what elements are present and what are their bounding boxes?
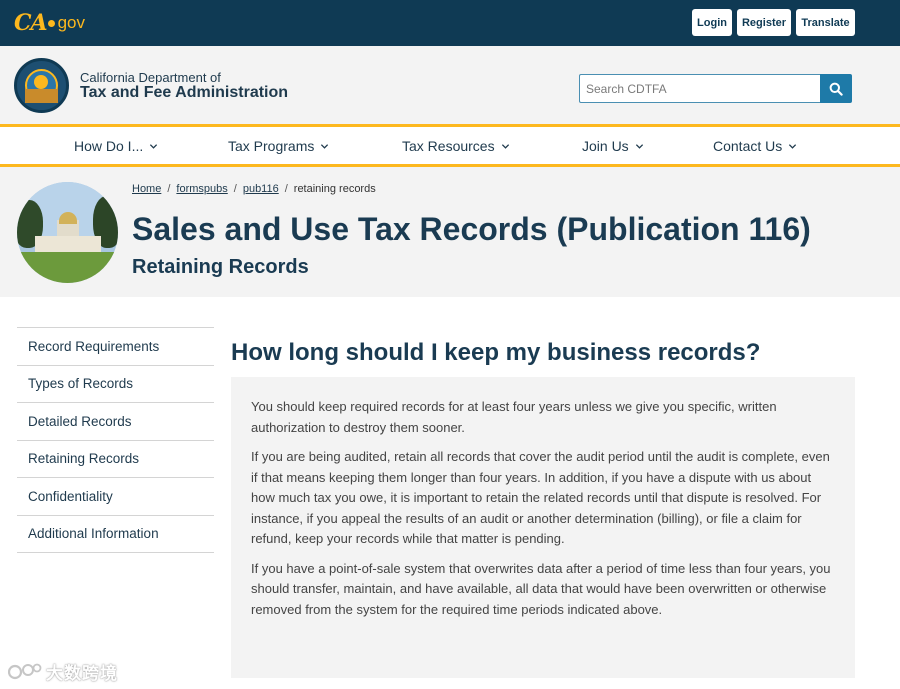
chevron-down-icon (789, 143, 797, 149)
nav-join-us[interactable]: Join Us (582, 138, 644, 154)
register-button[interactable]: Register (737, 9, 791, 36)
breadcrumb: Home / formspubs / pub116 / retaining re… (132, 183, 376, 195)
nav-how-do-i[interactable]: How Do I... (74, 138, 158, 154)
chevron-down-icon (501, 143, 509, 149)
cdtfa-seal-icon[interactable] (14, 58, 69, 113)
search-button[interactable] (820, 74, 852, 103)
sidebar-item-record-requirements[interactable]: Record Requirements (17, 328, 214, 366)
search-input[interactable] (580, 75, 821, 102)
breadcrumb-separator: / (284, 183, 288, 195)
breadcrumb-formspubs[interactable]: formspubs (176, 183, 227, 195)
site-header: California Department of Tax and Fee Adm… (0, 46, 900, 124)
sidebar-item-confidentiality[interactable]: Confidentiality (17, 478, 214, 516)
logo-dot-icon (47, 19, 55, 27)
sidebar-item-detailed-records[interactable]: Detailed Records (17, 403, 214, 441)
page-title: Sales and Use Tax Records (Publication 1… (132, 211, 811, 247)
paragraph: If you have a point-of-sale system that … (251, 560, 831, 617)
paragraph: If you are being audited, retain all rec… (251, 449, 830, 546)
capitol-building-image (17, 182, 118, 283)
section-heading: How long should I keep my business recor… (231, 339, 761, 366)
breadcrumb-separator: / (167, 183, 171, 195)
sidebar-item-additional-information[interactable]: Additional Information (17, 516, 214, 553)
sidebar-nav: Record Requirements Types of Records Det… (17, 327, 214, 553)
translate-button[interactable]: Translate (796, 9, 855, 36)
sidebar-item-retaining-records[interactable]: Retaining Records (17, 441, 214, 478)
login-button[interactable]: Login (692, 9, 732, 36)
search-box (579, 74, 821, 103)
department-name-line2[interactable]: Tax and Fee Administration (80, 84, 288, 102)
logo-ca-text: CA (14, 10, 48, 36)
ca-gov-logo[interactable]: CA gov (14, 10, 85, 36)
page-hero: Home / formspubs / pub116 / retaining re… (0, 167, 900, 297)
nav-item-label: Tax Programs (228, 138, 315, 154)
nav-item-label: Tax Resources (402, 138, 495, 154)
chevron-down-icon (321, 143, 329, 149)
search-icon (829, 82, 843, 96)
logo-gov-text: gov (57, 13, 86, 32)
page-subtitle: Retaining Records (132, 256, 309, 278)
department-name-line1[interactable]: California Department of (80, 70, 221, 85)
paragraph: You should keep required records for at … (251, 399, 777, 435)
breadcrumb-separator: / (233, 183, 237, 195)
nav-item-label: Contact Us (713, 138, 783, 154)
chevron-down-icon (635, 143, 643, 149)
chevron-down-icon (150, 143, 158, 149)
nav-tax-resources[interactable]: Tax Resources (402, 138, 510, 154)
breadcrumb-current: retaining records (293, 183, 376, 195)
watermark: 大数跨境 (8, 660, 118, 683)
nav-item-label: How Do I... (74, 138, 144, 154)
watermark-logo-icon (8, 663, 42, 680)
watermark-text: 大数跨境 (46, 663, 118, 683)
breadcrumb-pub116[interactable]: pub116 (243, 183, 279, 195)
top-bar: CA gov Login Register Translate (0, 0, 900, 46)
sidebar-item-types-of-records[interactable]: Types of Records (17, 366, 214, 403)
breadcrumb-home[interactable]: Home (132, 183, 161, 195)
nav-contact-us[interactable]: Contact Us (713, 138, 797, 154)
main-nav: How Do I... Tax Programs Tax Resources J… (0, 124, 900, 167)
nav-item-label: Join Us (582, 138, 629, 154)
content-panel: You should keep required records for at … (231, 377, 855, 678)
nav-tax-programs[interactable]: Tax Programs (228, 138, 329, 154)
